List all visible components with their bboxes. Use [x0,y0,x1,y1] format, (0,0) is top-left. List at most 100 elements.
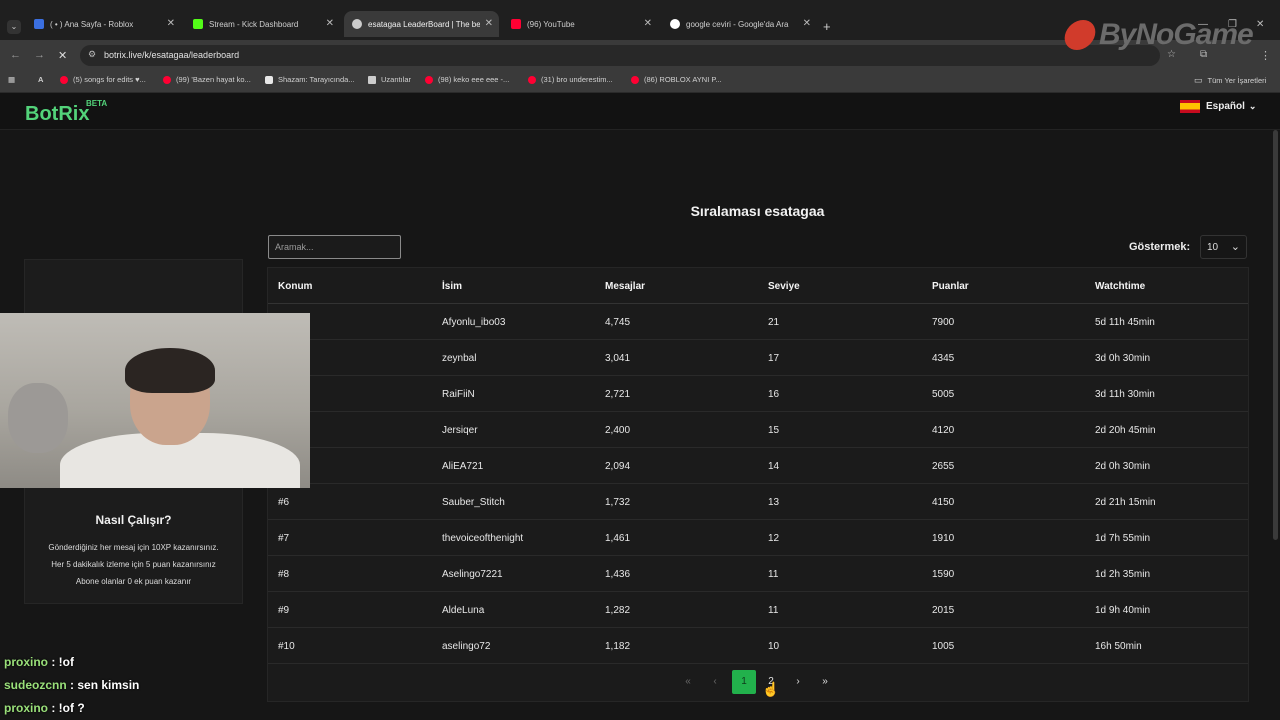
table-cell: #10 [278,641,295,652]
table-cell: 2,094 [605,461,631,472]
table-cell: 2d 21h 15min [1095,497,1156,508]
table-cell: 1,182 [605,641,631,652]
table-cell: Sauber_Stitch [442,497,505,508]
tab-label: (96) YouTube [527,19,575,29]
bookmark-item[interactable]: (31) bro underestim... [528,75,613,84]
bookmark-label: (5) songs for edits ♥... [73,75,146,84]
first-page-button[interactable]: « [676,670,700,694]
new-tab-button[interactable]: + [823,19,831,34]
table-cell: 5d 11h 45min [1095,317,1155,328]
bookmark-label: (86) ROBLOX AYNI P... [644,75,722,84]
site-info-icon[interactable]: ⚙ [88,49,96,60]
table-cell: 1d 9h 40min [1095,605,1151,616]
table-row: Jersiqer 2,400 15 4120 2d 20h 45min [268,412,1248,448]
table-cell: 21 [768,317,780,328]
table-cell: zeynbal [442,353,477,364]
bookmark-label: (31) bro underestim... [541,75,613,84]
shazam-icon [265,75,273,84]
prev-page-button[interactable]: ‹ [703,670,727,694]
table-row: #6 Sauber_Stitch 1,732 13 4150 2d 21h 15min [268,484,1248,520]
stop-loading-icon[interactable]: ✕ [58,49,67,62]
close-icon[interactable]: ✕ [644,18,652,29]
site-header [0,93,1280,130]
table-row: AliEA721 2,094 14 2655 2d 0h 30min [268,448,1248,484]
table-cell: 4345 [932,353,955,364]
table-cell: 11 [768,605,779,616]
leaderboard-table: Konum İsim Mesajlar Seviye Puanlar Watch… [267,267,1249,702]
column-header[interactable]: Konum [278,281,312,292]
chat-message: proxino : !of ? [4,701,85,715]
table-cell: 16 [768,389,780,400]
url-text[interactable]: botrix.live/k/esatagaa/leaderboard [104,50,239,60]
menu-kebab-icon[interactable]: ⋮ [1260,49,1271,62]
column-header[interactable]: Watchtime [1095,281,1145,292]
last-page-button[interactable]: » [813,670,837,694]
tab-kick-dashboard[interactable]: Stream - Kick Dashboard ✕ [185,11,340,37]
close-icon[interactable]: ✕ [803,18,811,29]
table-cell: #6 [278,497,290,508]
apps-grid-icon[interactable]: ▦ [8,75,15,84]
close-icon[interactable]: ✕ [326,18,334,29]
table-cell: 11 [768,569,779,580]
address-bar[interactable] [80,45,1160,66]
close-icon[interactable]: ✕ [167,18,175,29]
close-icon[interactable]: ✕ [485,18,493,29]
chat-text: !of [58,655,74,669]
column-header[interactable]: Puanlar [932,281,969,292]
tab-google-search[interactable]: google ceviri - Google'da Ara ✕ [662,11,817,37]
bookmark-item[interactable]: (5) songs for edits ♥... [60,75,146,84]
bookmark-item[interactable]: (98) keko eee eee -... [425,75,509,84]
table-cell: 3d 11h 30min [1095,389,1155,400]
column-header[interactable]: İsim [442,281,462,292]
next-page-button[interactable]: › [786,670,810,694]
search-input[interactable] [268,235,401,259]
column-header[interactable]: Mesajlar [605,281,645,292]
bookmark-item[interactable]: (99) 'Bazen hayat ko... [163,75,251,84]
tab-roblox[interactable]: ( • ) Ana Sayfa - Roblox ✕ [26,11,181,37]
table-cell: 3,041 [605,353,631,364]
translate-bookmark-icon[interactable]: A [38,75,43,84]
youtube-favicon-icon [511,19,521,29]
table-cell: 2015 [932,605,955,616]
bookmark-label: (98) keko eee eee -... [438,75,510,84]
back-icon[interactable]: ← [10,49,21,61]
table-cell: 13 [768,497,780,508]
tab-leaderboard[interactable]: esatagaa LeaderBoard | The be ✕ [344,11,499,37]
streamer-hair [125,348,215,393]
bookmark-item[interactable]: (86) ROBLOX AYNI P... [631,75,722,84]
bookmark-label: Shazam: Tarayıcında... [278,75,355,84]
tab-youtube[interactable]: (96) YouTube ✕ [503,11,658,37]
column-header[interactable]: Seviye [768,281,800,292]
bookmark-item[interactable]: Uzantılar [368,75,411,84]
all-bookmarks-label: Tüm Yer İşaretleri [1207,76,1267,85]
tab-search-icon[interactable]: ⌄ [7,20,21,34]
all-bookmarks[interactable]: ▭ Tüm Yer İşaretleri [1194,75,1266,86]
table-row: #9 AldeLuna 1,282 11 2015 1d 9h 40min [268,592,1248,628]
bookmark-label: Uzantılar [381,75,412,84]
plush-toy [8,383,68,453]
how-line: Gönderdiğiniz her mesaj için 10XP kazanı… [48,543,219,552]
table-cell: #9 [278,605,290,616]
google-favicon-icon [670,19,680,29]
chat-user: proxino [4,701,48,715]
page-1-button[interactable]: 1 [732,670,756,694]
table-cell: Aselingo7221 [442,569,503,580]
window-close-icon[interactable]: ✕ [1256,19,1264,30]
chat-user: proxino [4,655,48,669]
table-cell: 1,732 [605,497,631,508]
tab-label: google ceviri - Google'da Ara [686,19,789,29]
how-line: Her 5 dakikalık izleme için 5 puan kazan… [51,560,216,569]
table-header-row: Konum İsim Mesajlar Seviye Puanlar Watch… [268,268,1248,304]
forward-icon[interactable]: → [34,49,45,61]
scrollbar[interactable] [1273,130,1278,540]
bookmark-item[interactable]: Shazam: Tarayıcında... [265,75,355,84]
table-cell: 12 [768,533,780,544]
watermark-logo: ByNoGame [1061,18,1254,52]
brand-logo[interactable]: BotRix [25,103,89,126]
page-size-select[interactable]: 10 ⌄ [1200,235,1247,259]
language-selector[interactable]: Español ⌄ [1180,100,1256,113]
youtube-icon [631,75,639,84]
table-row: #8 Aselingo7221 1,436 11 1590 1d 2h 35min [268,556,1248,592]
table-cell: 4,745 [605,317,631,328]
table-cell: 1d 2h 35min [1095,569,1151,580]
